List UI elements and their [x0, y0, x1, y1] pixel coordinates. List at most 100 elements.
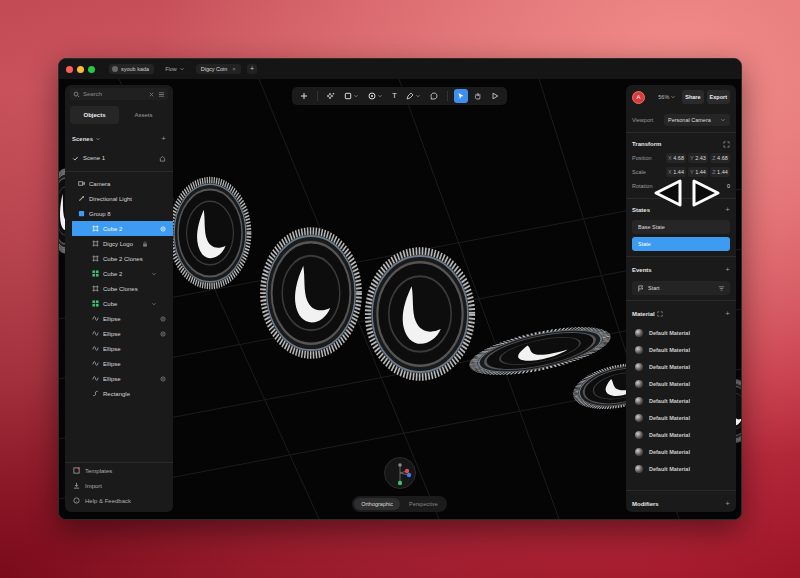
object-item[interactable]: Cube Clones: [65, 281, 173, 296]
value-field[interactable]: Y 1.44: [688, 167, 708, 177]
title-tab[interactable]: Flow: [160, 64, 190, 74]
add-event-button[interactable]: +: [725, 266, 730, 274]
value-field[interactable]: Z 1.44: [710, 167, 730, 177]
footer-item[interactable]: Templates: [65, 463, 173, 478]
object-item[interactable]: Ellipse: [65, 371, 173, 386]
help-icon: [73, 497, 80, 504]
collapse-icon[interactable]: [151, 301, 157, 307]
tool-button[interactable]: [403, 89, 424, 103]
lock-icon[interactable]: [142, 241, 148, 247]
value-field[interactable]: 0: [727, 183, 730, 189]
export-button[interactable]: Export: [707, 90, 730, 104]
search-field[interactable]: Search: [70, 88, 168, 100]
collapse-icon[interactable]: [151, 271, 157, 277]
object-item[interactable]: Cube: [65, 296, 173, 311]
object-item[interactable]: Digcy Logo: [65, 236, 173, 251]
close-window-button[interactable]: [66, 66, 73, 73]
text-tool-icon: T: [392, 92, 397, 100]
object-item[interactable]: Camera: [65, 176, 173, 191]
sidebar-tab[interactable]: Assets: [119, 106, 168, 124]
tab-close-button[interactable]: ×: [232, 66, 236, 72]
object-label: Group 8: [89, 211, 166, 217]
material-item[interactable]: Default Material: [632, 375, 730, 392]
material-item[interactable]: Default Material: [632, 358, 730, 375]
scenes-title[interactable]: Scenes: [72, 136, 101, 142]
tool-button[interactable]: [341, 89, 362, 103]
scene-item[interactable]: Scene 1: [65, 151, 173, 165]
event-item[interactable]: Start: [632, 281, 730, 295]
object-item[interactable]: Cube 2 Clones: [65, 251, 173, 266]
sparkle-icon: [327, 92, 335, 100]
material-item[interactable]: Default Material: [632, 392, 730, 409]
material-item[interactable]: Default Material: [632, 409, 730, 426]
object-label: Cube: [103, 301, 147, 307]
value-field[interactable]: Y 2.43: [688, 153, 708, 163]
footer-label: Help & Feedback: [85, 498, 131, 504]
list-icon[interactable]: [158, 91, 165, 98]
prev-next-arrows-icon[interactable]: [652, 176, 722, 208]
target-icon[interactable]: [160, 316, 166, 322]
ellipse-icon: [92, 360, 99, 367]
filter-icon[interactable]: [718, 285, 725, 292]
object-item[interactable]: Ellipse: [65, 311, 173, 326]
footer-item[interactable]: Import: [65, 478, 173, 493]
add-scene-button[interactable]: +: [161, 135, 166, 143]
new-tab-button[interactable]: +: [247, 64, 257, 74]
zoom-dropdown[interactable]: 56%: [658, 94, 676, 100]
footer-item[interactable]: Help & Feedback: [65, 493, 173, 508]
material-sphere-icon: [635, 397, 643, 405]
rectangle-icon: [92, 390, 99, 397]
tool-button[interactable]: [471, 89, 485, 103]
material-item[interactable]: Default Material: [632, 324, 730, 341]
tool-button[interactable]: [488, 89, 502, 103]
clear-icon[interactable]: [148, 91, 155, 98]
tool-button[interactable]: [324, 89, 338, 103]
state-item[interactable]: Base State: [632, 220, 730, 234]
object-item[interactable]: Ellipse: [65, 341, 173, 356]
axis-gizmo-icon[interactable]: [384, 457, 416, 489]
divider: [65, 171, 173, 172]
object-item[interactable]: Ellipse: [65, 356, 173, 371]
value-field[interactable]: X 4.68: [666, 153, 686, 163]
tool-button[interactable]: [427, 89, 441, 103]
object-item[interactable]: Ellipse: [65, 326, 173, 341]
tool-button[interactable]: [454, 89, 468, 103]
tool-button[interactable]: [297, 89, 311, 103]
divider: [626, 490, 736, 491]
value-field[interactable]: X 1.44: [666, 167, 686, 177]
tool-button[interactable]: [365, 89, 386, 103]
object-item[interactable]: Rectangle: [65, 386, 173, 401]
material-item[interactable]: Default Material: [632, 443, 730, 460]
material-item[interactable]: Default Material: [632, 460, 730, 477]
tool-button[interactable]: T: [389, 89, 400, 103]
user-avatar[interactable]: A: [632, 91, 645, 104]
object-item[interactable]: Directional Light: [65, 191, 173, 206]
projection-option[interactable]: Perspective: [402, 498, 445, 510]
object-item[interactable]: Group 8: [65, 206, 173, 221]
share-button[interactable]: Share: [682, 90, 703, 104]
zoom-window-button[interactable]: [88, 66, 95, 73]
object-item[interactable]: Cube 2: [72, 221, 173, 236]
viewport-dropdown[interactable]: Personal Camera: [664, 114, 730, 126]
projection-option[interactable]: Orthographic: [354, 498, 400, 510]
expand-icon[interactable]: [723, 141, 730, 148]
material-item[interactable]: Default Material: [632, 426, 730, 443]
target-icon[interactable]: [160, 226, 166, 232]
material-header: Material +: [632, 307, 730, 321]
target-icon[interactable]: [160, 331, 166, 337]
add-material-button[interactable]: +: [725, 310, 730, 318]
minimize-window-button[interactable]: [77, 66, 84, 73]
target-icon[interactable]: [160, 376, 166, 382]
sidebar-tab[interactable]: Objects: [70, 106, 119, 124]
value-field[interactable]: Z 4.68: [710, 153, 730, 163]
title-tab[interactable]: Digcy Coin ×: [196, 64, 241, 74]
play-icon: [491, 92, 499, 100]
state-item[interactable]: State: [632, 237, 730, 251]
add-modifier-button[interactable]: +: [725, 500, 730, 508]
add-state-button[interactable]: +: [725, 206, 730, 214]
material-item[interactable]: Default Material: [632, 341, 730, 358]
workspace-chip[interactable]: syoub kada: [109, 64, 154, 74]
tab-label: Digcy Coin: [201, 66, 228, 72]
property-label: Rotation: [632, 183, 653, 189]
object-item[interactable]: Cube 2: [65, 266, 173, 281]
